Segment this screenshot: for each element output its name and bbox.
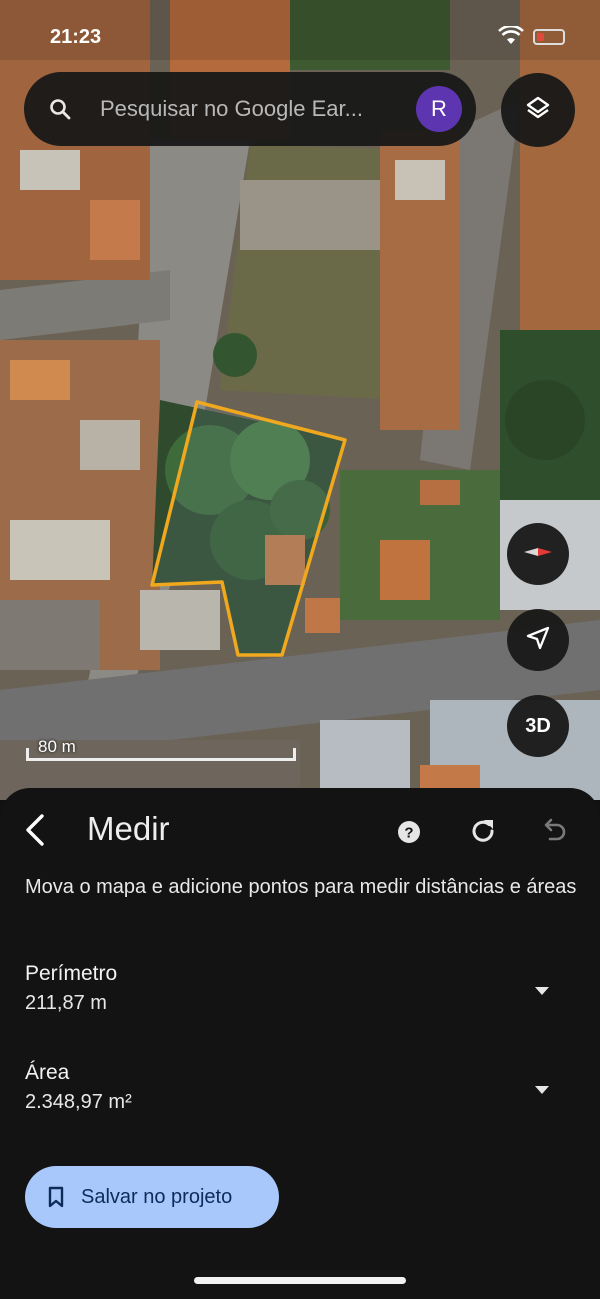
page-title: Medir bbox=[87, 810, 170, 847]
avatar[interactable]: R bbox=[416, 86, 462, 132]
search-input[interactable]: Pesquisar no Google Ear... bbox=[100, 96, 418, 122]
save-button-label: Salvar no projeto bbox=[81, 1185, 233, 1208]
save-to-project-button[interactable]: Salvar no projeto bbox=[25, 1166, 279, 1228]
compass-button[interactable] bbox=[507, 523, 569, 585]
help-icon[interactable]: ? bbox=[396, 819, 422, 850]
home-indicator[interactable] bbox=[194, 1277, 406, 1284]
undo-icon[interactable] bbox=[540, 816, 570, 851]
search-icon[interactable] bbox=[48, 97, 88, 121]
back-icon[interactable] bbox=[20, 812, 52, 848]
area-label: Área bbox=[25, 1061, 70, 1084]
perimeter-label: Perímetro bbox=[25, 962, 118, 985]
locate-icon bbox=[524, 624, 552, 657]
measure-panel: Medir ? Mova o mapa e adicione pontos pa… bbox=[0, 788, 600, 1299]
status-time: 21:23 bbox=[50, 26, 102, 48]
bookmark-icon bbox=[47, 1186, 65, 1208]
refresh-icon[interactable] bbox=[468, 816, 498, 851]
svg-text:?: ? bbox=[404, 825, 413, 842]
chevron-down-icon[interactable] bbox=[533, 984, 551, 1002]
battery-icon bbox=[533, 29, 565, 45]
perimeter-row[interactable]: Perímetro 211,87 m bbox=[25, 962, 585, 1015]
perimeter-value: 211,87 m bbox=[25, 992, 107, 1014]
map-scale-bar: 80 m bbox=[26, 737, 296, 762]
area-row[interactable]: Área 2.348,97 m² bbox=[25, 1061, 585, 1114]
3d-toggle-button[interactable]: 3D bbox=[507, 695, 569, 757]
my-location-button[interactable] bbox=[507, 609, 569, 671]
wifi-icon bbox=[498, 24, 524, 52]
search-bar[interactable]: Pesquisar no Google Ear... R bbox=[24, 72, 476, 146]
measure-panel-header: Medir ? bbox=[0, 788, 600, 872]
area-value: 2.348,97 m² bbox=[25, 1091, 132, 1113]
measure-instructions: Mova o mapa e adicione pontos para medir… bbox=[25, 876, 577, 898]
layers-button[interactable] bbox=[501, 73, 575, 147]
scale-label: 80 m bbox=[38, 737, 76, 756]
layers-icon bbox=[524, 94, 552, 127]
compass-icon bbox=[520, 534, 556, 575]
chevron-down-icon[interactable] bbox=[533, 1083, 551, 1101]
status-bar: 21:23 bbox=[0, 22, 600, 56]
